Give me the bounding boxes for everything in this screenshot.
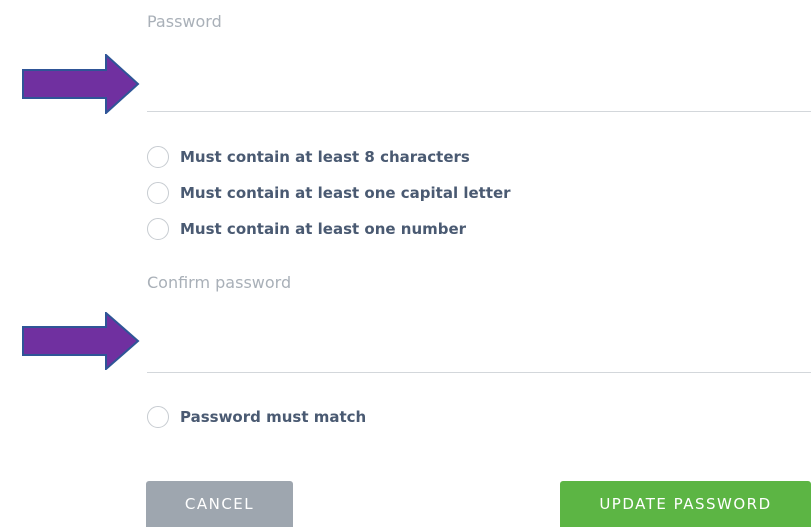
password-input[interactable] [147, 72, 811, 112]
confirm-password-input[interactable] [147, 333, 811, 373]
requirement-number: Must contain at least one number [147, 217, 466, 241]
requirement-password-match: Password must match [147, 405, 366, 429]
password-label: Password [147, 12, 222, 31]
confirm-password-label: Confirm password [147, 273, 292, 292]
requirement-text: Must contain at least one number [180, 220, 467, 238]
update-password-button[interactable]: UPDATE PASSWORD [560, 481, 811, 527]
requirement-text: Must contain at least one capital letter [180, 184, 511, 202]
status-circle-icon [147, 146, 169, 168]
requirement-capital-letter: Must contain at least one capital letter [147, 181, 511, 205]
cancel-button[interactable]: CANCEL [146, 481, 293, 527]
status-circle-icon [147, 406, 169, 428]
arrow-icon [22, 54, 140, 114]
status-circle-icon [147, 218, 169, 240]
arrow-icon [22, 312, 140, 370]
requirement-text: Password must match [180, 408, 367, 426]
requirement-text: Must contain at least 8 characters [180, 148, 470, 166]
requirement-min-length: Must contain at least 8 characters [147, 145, 470, 169]
status-circle-icon [147, 182, 169, 204]
